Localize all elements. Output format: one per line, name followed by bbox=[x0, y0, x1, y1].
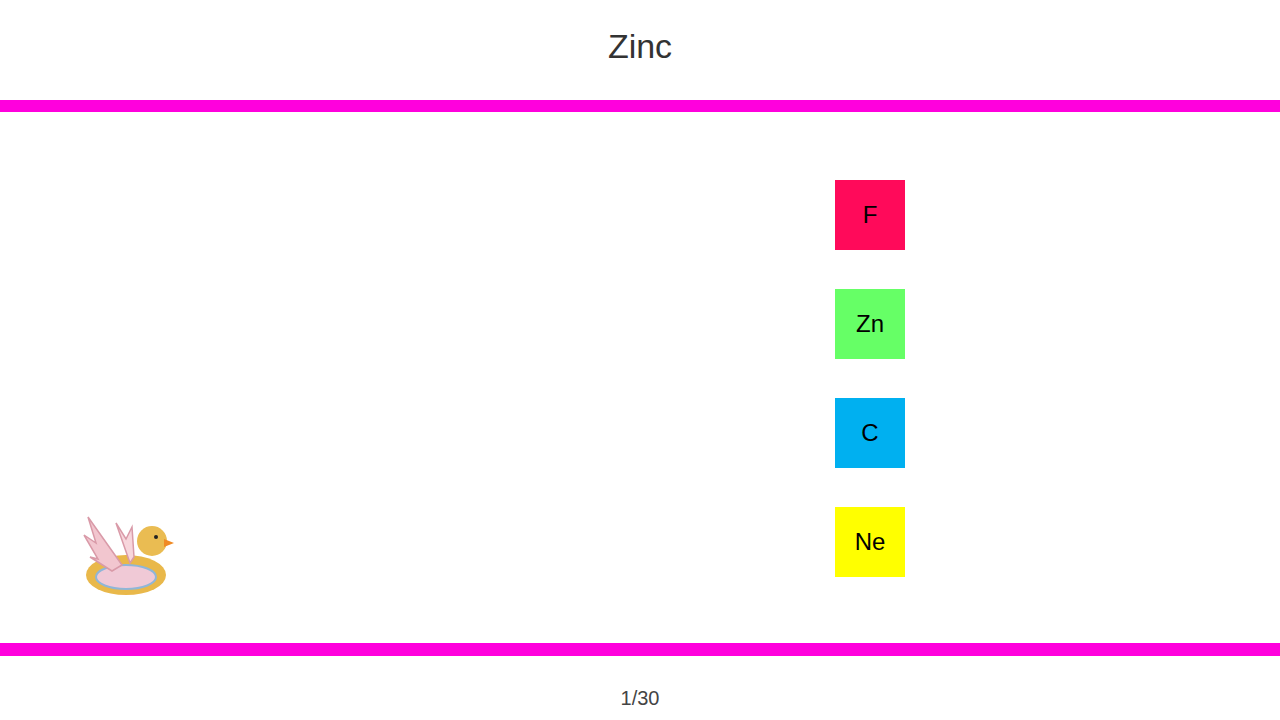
header: Zinc bbox=[0, 0, 1280, 100]
answer-option[interactable]: Ne bbox=[835, 507, 905, 577]
question-title: Zinc bbox=[608, 29, 672, 63]
progress-counter: 1/30 bbox=[621, 683, 660, 713]
options-column: F Zn C Ne bbox=[835, 180, 905, 643]
bottom-bar bbox=[0, 643, 1280, 656]
answer-option[interactable]: C bbox=[835, 398, 905, 468]
answer-option[interactable]: Zn bbox=[835, 289, 905, 359]
duck-player-icon bbox=[82, 513, 174, 599]
footer: 1/30 bbox=[0, 656, 1280, 720]
top-bar bbox=[0, 100, 1280, 112]
play-area: F Zn C Ne bbox=[0, 112, 1280, 643]
answer-option[interactable]: F bbox=[835, 180, 905, 250]
game-screen: Zinc F Zn C Ne 1/30 bbox=[0, 0, 1280, 720]
